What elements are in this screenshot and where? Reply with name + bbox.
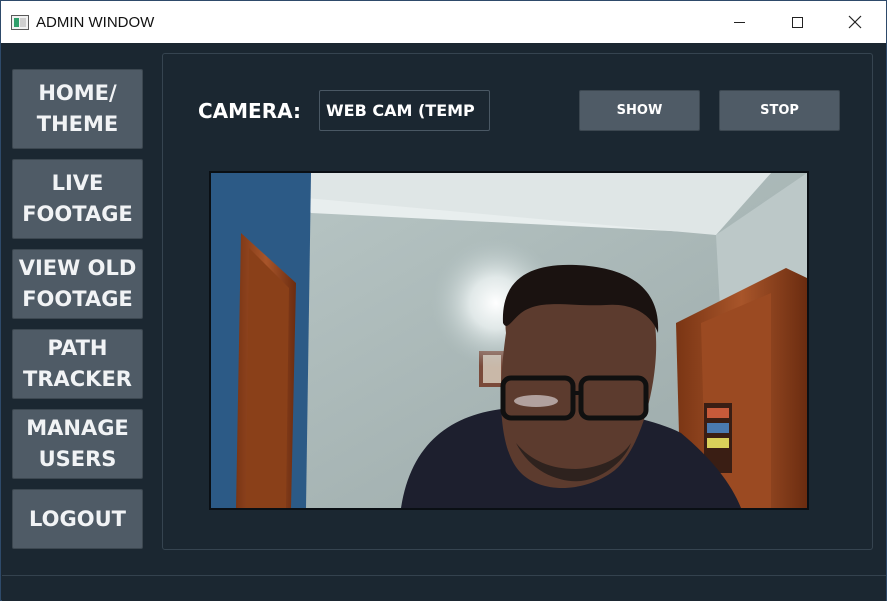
home-theme-button[interactable]: HOME/ THEME bbox=[12, 69, 143, 149]
maximize-icon bbox=[791, 16, 803, 28]
status-bar bbox=[2, 575, 886, 601]
camera-feed bbox=[209, 171, 809, 510]
minimize-icon bbox=[733, 21, 745, 23]
camera-select[interactable]: WEB CAM (TEMP bbox=[319, 90, 490, 131]
path-tracker-label: PATH TRACKER bbox=[23, 336, 132, 391]
logout-button[interactable]: LOGOUT bbox=[12, 489, 143, 549]
home-theme-label: HOME/ THEME bbox=[36, 81, 119, 136]
path-tracker-button[interactable]: PATH TRACKER bbox=[12, 329, 143, 399]
admin-window: ADMIN WINDOW HOME/ THEME LIVE FOOTAGE VI… bbox=[0, 0, 887, 601]
minimize-button[interactable] bbox=[710, 1, 768, 43]
live-footage-button[interactable]: LIVE FOOTAGE bbox=[12, 159, 143, 239]
manage-users-label: MANAGE USERS bbox=[26, 416, 129, 471]
app-window-icon bbox=[11, 15, 29, 30]
show-button[interactable]: SHOW bbox=[579, 90, 700, 131]
view-old-footage-label: VIEW OLD FOOTAGE bbox=[18, 256, 137, 311]
logout-label: LOGOUT bbox=[29, 506, 126, 531]
stop-button[interactable]: STOP bbox=[719, 90, 840, 131]
manage-users-button[interactable]: MANAGE USERS bbox=[12, 409, 143, 479]
live-footage-label: LIVE FOOTAGE bbox=[22, 171, 133, 226]
title-bar: ADMIN WINDOW bbox=[1, 1, 886, 43]
close-button[interactable] bbox=[826, 1, 884, 43]
maximize-button[interactable] bbox=[768, 1, 826, 43]
view-old-footage-button[interactable]: VIEW OLD FOOTAGE bbox=[12, 249, 143, 319]
camera-label: CAMERA: bbox=[198, 99, 301, 123]
window-title: ADMIN WINDOW bbox=[36, 14, 155, 31]
close-icon bbox=[848, 15, 862, 29]
camera-feed-image bbox=[211, 173, 807, 508]
